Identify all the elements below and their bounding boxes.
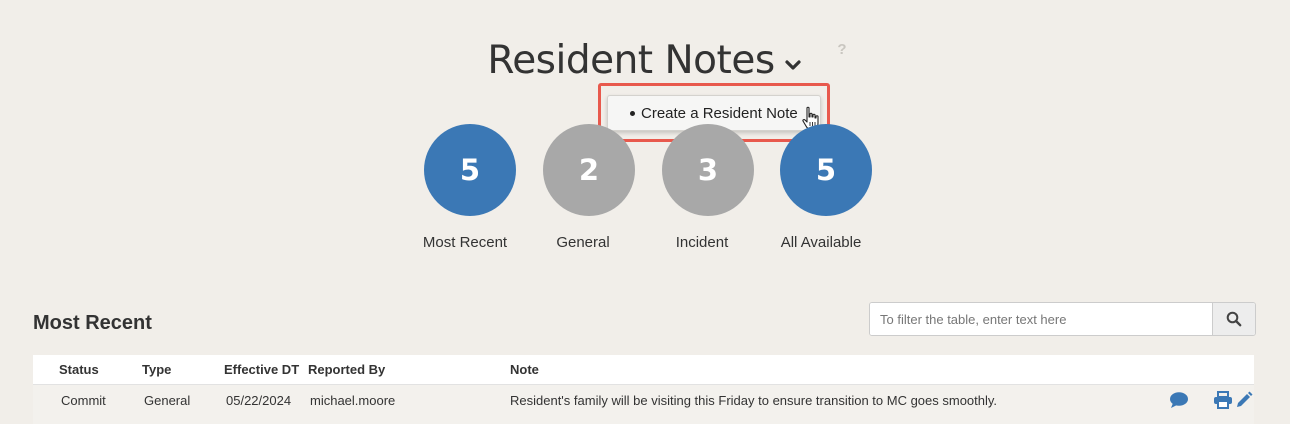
column-header-reported-by[interactable]: Reported By: [308, 362, 385, 377]
chevron-down-icon: [785, 59, 801, 70]
filter-input[interactable]: [870, 303, 1212, 335]
column-header-note[interactable]: Note: [510, 362, 539, 377]
column-header-status[interactable]: Status: [59, 362, 99, 377]
cell-note: Resident's family will be visiting this …: [510, 393, 998, 408]
comment-icon[interactable]: [1169, 391, 1189, 409]
cell-status: Commit: [61, 393, 106, 408]
page-title-dropdown[interactable]: Resident Notes: [487, 38, 802, 83]
print-icon[interactable]: [1213, 391, 1233, 409]
general-count-button[interactable]: 2: [543, 124, 635, 216]
column-header-effective-dt[interactable]: Effective DT: [224, 362, 299, 377]
most-recent-count-button[interactable]: 5: [424, 124, 516, 216]
column-header-type[interactable]: Type: [142, 362, 171, 377]
incident-count-button[interactable]: 3: [662, 124, 754, 216]
table-header: Status Type Effective DT Reported By Not…: [33, 355, 1254, 385]
bullet-icon: [630, 110, 635, 116]
edit-icon[interactable]: [1235, 391, 1253, 409]
create-resident-note-item[interactable]: Create a Resident Note: [641, 105, 798, 122]
search-icon: [1226, 311, 1242, 327]
table-row[interactable]: Commit General 05/22/2024 michael.moore …: [33, 385, 1254, 424]
table-filter: [869, 302, 1256, 336]
notes-table: Status Type Effective DT Reported By Not…: [33, 355, 1254, 424]
all-available-label: All Available: [780, 234, 862, 251]
cell-effective-dt: 05/22/2024: [226, 393, 292, 408]
section-title: Most Recent: [33, 312, 152, 334]
cell-reported-by: michael.moore: [310, 393, 396, 408]
page-title: Resident Notes: [487, 38, 775, 83]
title-bar: Resident Notes: [0, 38, 1290, 83]
cell-type: General: [144, 393, 191, 408]
all-available-count-button[interactable]: 5: [780, 124, 872, 216]
help-icon[interactable]: ?: [835, 41, 849, 59]
search-button[interactable]: [1212, 303, 1255, 335]
